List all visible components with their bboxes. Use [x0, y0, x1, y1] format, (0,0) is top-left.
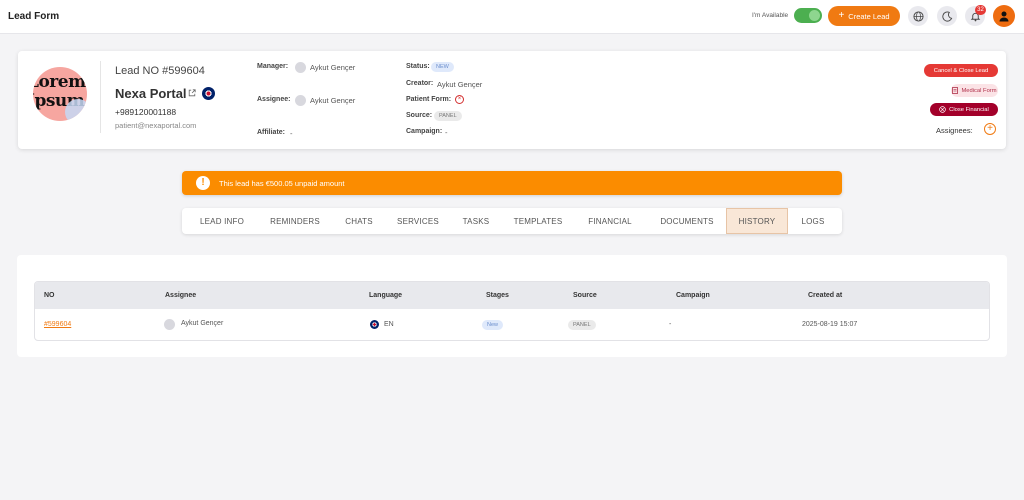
- uk-flag-icon: [370, 320, 379, 329]
- table-header: NO Assignee Language Stages Source Campa…: [35, 282, 989, 309]
- tab-templates[interactable]: TEMPLATES: [506, 208, 570, 234]
- add-assignee-button[interactable]: +: [984, 123, 996, 135]
- creator-label: Creator:: [406, 80, 434, 87]
- manager-label: Manager:: [257, 63, 289, 70]
- column-header-no: NO: [44, 292, 55, 299]
- status-badge: NEW: [431, 62, 454, 72]
- cancel-close-lead-button[interactable]: Cancel & Close Lead: [924, 64, 998, 77]
- campaign-label: Campaign:: [406, 128, 443, 135]
- exclamation-icon: !: [196, 176, 210, 190]
- patient-form-label: Patient Form:: [406, 96, 452, 103]
- close-circle-icon: [939, 106, 946, 113]
- column-header-source: Source: [573, 292, 597, 299]
- close-circle-icon: ×: [455, 95, 464, 104]
- assignee-avatar-icon: [164, 319, 175, 330]
- top-bar: Lead Form I'm Available + Create Lead 32: [0, 0, 1024, 34]
- create-lead-button[interactable]: + Create Lead: [828, 6, 900, 26]
- lead-tabs: LEAD INFO REMINDERS CHATS SERVICES TASKS…: [182, 208, 842, 234]
- manager-avatar-icon: [295, 62, 306, 73]
- availability-toggle[interactable]: [794, 8, 822, 23]
- column-header-language: Language: [369, 292, 403, 299]
- tab-history[interactable]: HISTORY: [726, 208, 788, 234]
- moon-icon: [941, 11, 952, 22]
- row-source-badge: PANEL: [568, 320, 596, 330]
- user-menu-button[interactable]: [993, 5, 1015, 27]
- external-link-icon[interactable]: [188, 89, 196, 97]
- column-header-created-at: Created at: [808, 292, 843, 299]
- medical-form-label: Medical Form: [961, 87, 997, 94]
- tab-reminders[interactable]: REMINDERS: [260, 208, 330, 234]
- assignee-avatar-icon: [295, 95, 306, 106]
- document-icon: [952, 87, 959, 94]
- lead-email: patient@nexaportal.com: [115, 121, 197, 130]
- column-header-campaign: Campaign: [676, 292, 710, 299]
- source-label: Source:: [406, 112, 433, 119]
- assignee-value: Aykut Gençer: [310, 96, 356, 105]
- tab-logs[interactable]: LOGS: [792, 208, 834, 234]
- alert-text: This lead has €500.05 unpaid amount: [219, 179, 345, 188]
- divider: [100, 61, 101, 133]
- row-created-at: 2025-08-19 15:07: [802, 321, 858, 328]
- lead-number: Lead NO #599604: [115, 65, 205, 77]
- uk-flag-icon: [202, 87, 215, 100]
- notification-badge: 32: [975, 5, 986, 15]
- column-header-assignee: Assignee: [165, 292, 197, 299]
- row-language: EN: [384, 321, 394, 328]
- create-lead-label: Create Lead: [848, 11, 890, 21]
- history-table: NO Assignee Language Stages Source Campa…: [34, 281, 990, 341]
- creator-value: Aykut Gençer: [437, 80, 483, 89]
- manager-value: Aykut Gençer: [310, 63, 356, 72]
- theme-button[interactable]: [937, 6, 957, 26]
- tab-lead-info[interactable]: LEAD INFO: [190, 208, 254, 234]
- medical-form-button[interactable]: Medical Form: [951, 84, 998, 97]
- history-panel: NO Assignee Language Stages Source Campa…: [17, 255, 1007, 357]
- tab-documents[interactable]: DOCUMENTS: [650, 208, 724, 234]
- avatar-accent: [65, 99, 87, 121]
- affiliate-value: -: [290, 129, 293, 138]
- assignee-label: Assignee:: [257, 96, 291, 103]
- close-financial-label: Close Financial: [949, 106, 989, 113]
- globe-icon: [912, 10, 924, 22]
- availability-label: I'm Available: [752, 12, 789, 19]
- close-financial-button[interactable]: Close Financial: [930, 103, 998, 116]
- tab-financial[interactable]: FINANCIAL: [578, 208, 642, 234]
- toggle-knob: [809, 10, 820, 21]
- tab-chats[interactable]: CHATS: [336, 208, 382, 234]
- assignees-label: Assignees:: [936, 126, 973, 135]
- affiliate-label: Affiliate:: [257, 129, 285, 136]
- plus-icon: +: [838, 10, 845, 21]
- language-button[interactable]: [908, 6, 928, 26]
- lead-phone: +989120001188: [115, 107, 177, 117]
- row-assignee: Aykut Gençer: [181, 320, 224, 327]
- tab-services[interactable]: SERVICES: [390, 208, 446, 234]
- row-campaign: -: [669, 321, 672, 328]
- lead-number-link[interactable]: #599604: [44, 321, 71, 328]
- lead-summary-card: Lorem Ipsum Lead NO #599604 Nexa Portal …: [18, 51, 1006, 149]
- column-header-stages: Stages: [486, 292, 509, 299]
- campaign-value: -: [445, 128, 448, 137]
- lead-avatar: Lorem Ipsum: [33, 67, 87, 121]
- lead-name: Nexa Portal: [115, 86, 187, 101]
- unpaid-alert: ! This lead has €500.05 unpaid amount: [182, 171, 842, 195]
- app-title: Lead Form: [8, 11, 60, 22]
- avatar-text-line1: Lorem: [33, 72, 86, 92]
- tab-tasks[interactable]: TASKS: [454, 208, 498, 234]
- status-label: Status:: [406, 63, 430, 70]
- source-badge: PANEL: [434, 111, 462, 121]
- user-icon: [999, 11, 1009, 22]
- row-stage-badge: New: [482, 320, 504, 330]
